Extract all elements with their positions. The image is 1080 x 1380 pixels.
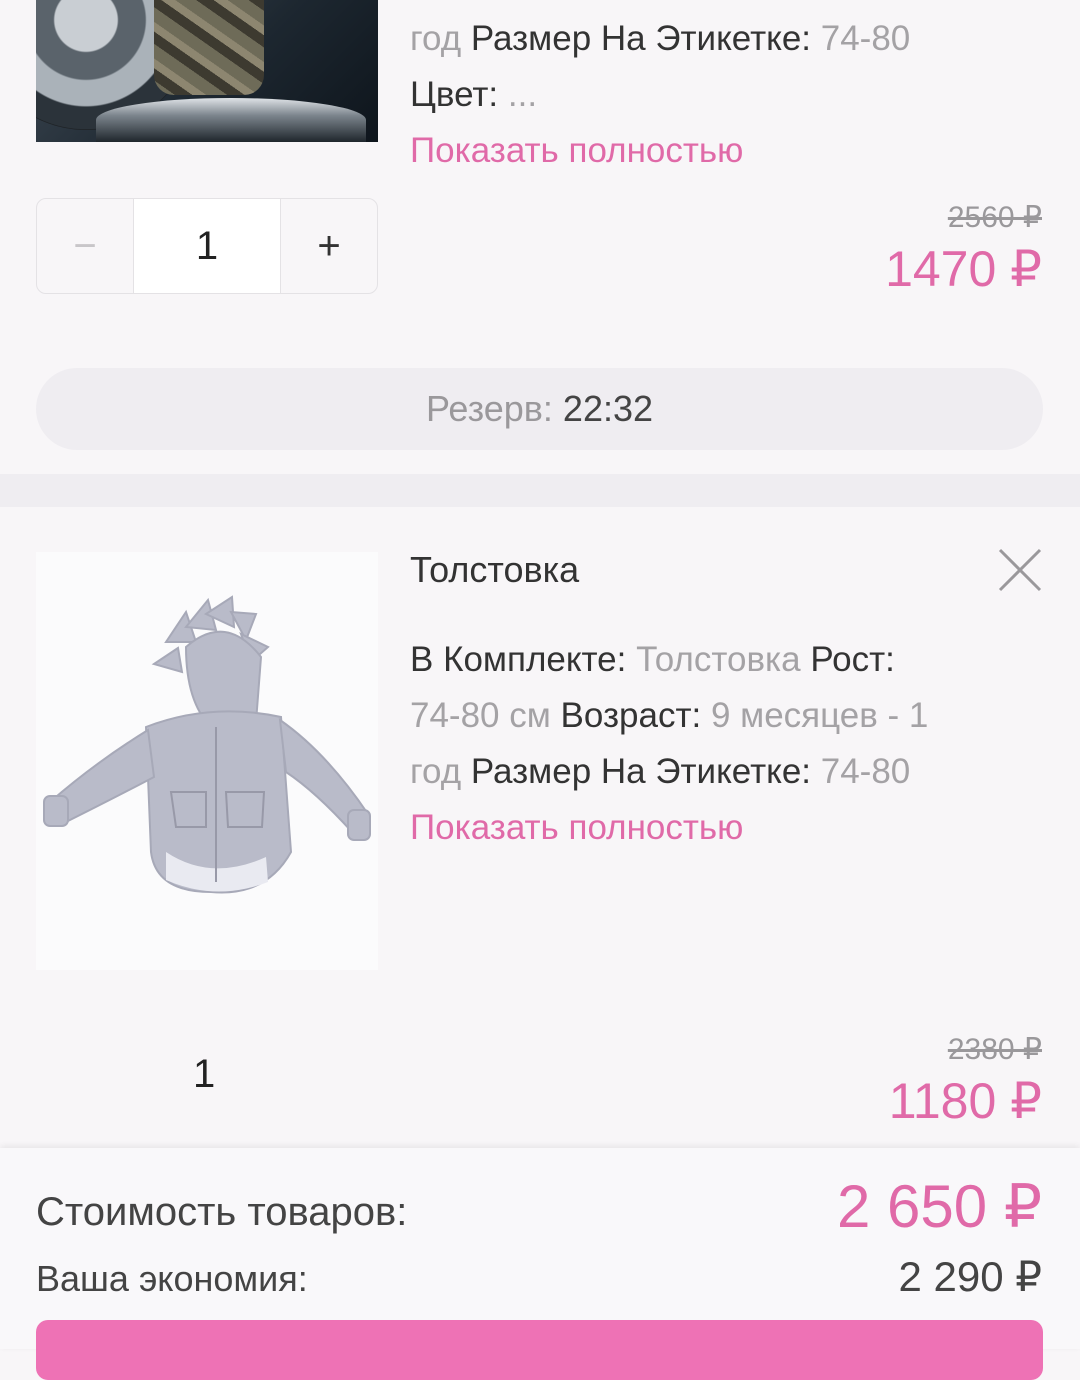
item-separator <box>0 474 1080 507</box>
tyre-shape <box>96 98 366 142</box>
product-image-2[interactable] <box>36 552 378 970</box>
item2-title[interactable]: Толстовка <box>410 549 579 591</box>
item2-show-more-link[interactable]: Показать полностью <box>410 800 1050 856</box>
reserve-time: 22:32 <box>562 388 654 429</box>
item1-desc-line2: Цвет: ... <box>410 75 538 114</box>
item2-old-price: 2380 ₽ <box>947 1033 1042 1066</box>
quantity-value[interactable]: 1 <box>133 199 281 293</box>
total-label: Стоимость товаров: <box>36 1190 408 1234</box>
item2-desc-line3: год Размер На Этикетке: 74-80 <box>410 752 911 791</box>
decrement-button[interactable]: − <box>37 199 133 293</box>
item1-quantity-stepper: − 1 + <box>36 198 378 294</box>
order-summary: Стоимость товаров: 2 650 ₽ Ваша экономия… <box>0 1148 1080 1349</box>
item1-description: год Размер На Этикетке: 74-80 Цвет: ... … <box>410 11 1050 179</box>
item2-description: В Комплекте: Толстовка Рост: 74-80 см Во… <box>410 632 1050 856</box>
reserve-timer: Резерв: 22:32 <box>36 368 1043 450</box>
total-value: 2 650 ₽ <box>837 1173 1042 1240</box>
item2-desc-line2: 74-80 см Возраст: 9 месяцев - 1 <box>410 696 929 735</box>
item2-quantity-value[interactable]: 1 <box>193 1052 215 1097</box>
item2-new-price: 1180 ₽ <box>888 1073 1042 1129</box>
item1-new-price: 1470 ₽ <box>885 241 1042 297</box>
item1-desc-line1: год Размер На Этикетке: 74-80 <box>410 19 911 58</box>
item1-show-more-link[interactable]: Показать полностью <box>410 123 1050 179</box>
savings-label: Ваша экономия: <box>36 1258 308 1299</box>
product-image-1[interactable] <box>36 0 378 142</box>
increment-button[interactable]: + <box>281 199 377 293</box>
checkout-button[interactable] <box>36 1320 1043 1380</box>
camo-legs-shape <box>154 0 264 95</box>
item1-old-price: 2560 ₽ <box>947 201 1042 234</box>
reserve-label: Резерв: <box>425 388 553 429</box>
savings-value: 2 290 ₽ <box>898 1253 1043 1300</box>
hoodie-image <box>43 595 371 894</box>
item2-desc-line1: В Комплекте: Толстовка Рост: <box>410 640 895 679</box>
remove-item-button[interactable] <box>996 546 1044 594</box>
close-icon <box>998 548 1042 592</box>
